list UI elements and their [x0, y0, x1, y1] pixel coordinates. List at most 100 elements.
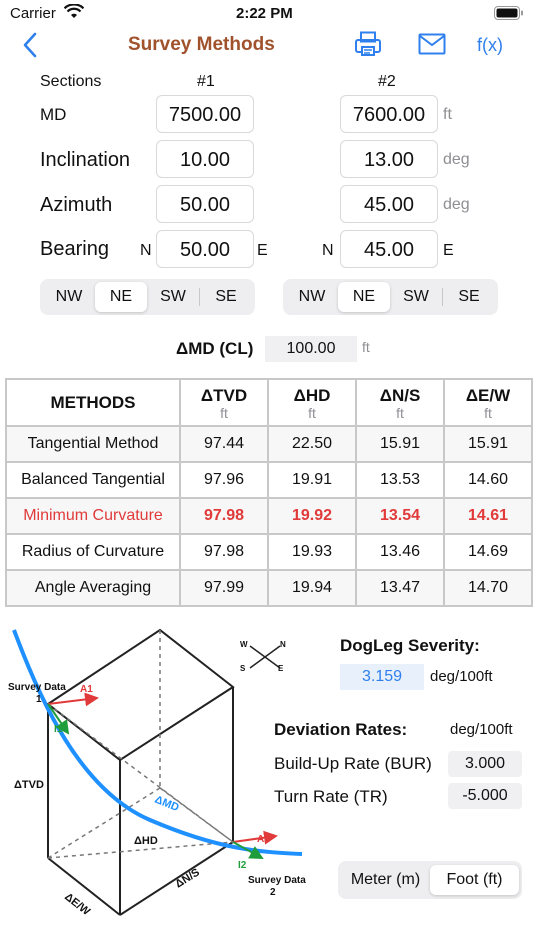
quadrant1-segment: NW NE SW SE — [40, 279, 255, 315]
inclination-label: Inclination — [40, 149, 131, 171]
print-button[interactable] — [354, 31, 382, 62]
page-title: Survey Methods — [128, 34, 275, 55]
tr-value: -5.000 — [448, 783, 522, 809]
inclination1-input[interactable]: 10.00 — [156, 140, 254, 178]
dmd-label: ΔMD (CL) — [176, 339, 254, 358]
methods-table: METHODS ΔTVD ft ΔHD ft ΔN/S ft ΔE/W ft Tange… — [5, 378, 533, 607]
inclination-unit: deg — [443, 151, 470, 168]
wifi-icon — [63, 3, 85, 23]
quadrant2-se[interactable]: SE — [443, 282, 495, 312]
foot-option[interactable]: Foot (ft) — [430, 865, 519, 895]
dew-value: 15.91 — [443, 425, 533, 463]
a1-label: A1 — [80, 684, 93, 695]
dns-diagram-label: ΔN/S — [173, 866, 202, 890]
dhd-value: 19.92 — [267, 497, 357, 535]
md1-input[interactable]: 7500.00 — [156, 95, 254, 133]
battery-icon — [494, 6, 524, 24]
wellpath-diagram: Survey Data 1 A1 I1 ΔTVD ΔMD ΔHD ΔE/W ΔN… — [8, 628, 306, 918]
compass-n: N — [280, 640, 286, 649]
dew-value: 14.70 — [443, 569, 533, 607]
method-name: Minimum Curvature — [5, 497, 181, 535]
quadrant1-nw[interactable]: NW — [43, 282, 95, 312]
dhd-diagram-label: ΔHD — [134, 835, 158, 847]
fx-button[interactable]: f(x) — [477, 35, 503, 56]
compass-icon — [249, 645, 281, 669]
method-name: Tangential Method — [5, 425, 181, 463]
survey1-number: 1 — [36, 694, 42, 705]
back-button[interactable] — [22, 32, 38, 63]
dogleg-label: DogLeg Severity: — [340, 636, 480, 655]
dns-value: 13.47 — [355, 569, 445, 607]
deviation-unit: deg/100ft — [450, 721, 513, 738]
dtvd-value: 97.44 — [179, 425, 269, 463]
compass-e: E — [278, 664, 284, 673]
quadrant1-sw[interactable]: SW — [147, 282, 199, 312]
dtvd-value: 97.98 — [179, 497, 269, 535]
header-dns: ΔN/S ft — [355, 378, 445, 427]
section2-header: #2 — [378, 73, 396, 90]
tr-label: Turn Rate (TR) — [274, 787, 388, 806]
dhd-value: 22.50 — [267, 425, 357, 463]
dew-value: 14.60 — [443, 461, 533, 499]
quadrant1-ne[interactable]: NE — [95, 282, 147, 312]
bearing2-suffix: E — [443, 242, 454, 259]
bearing-label: Bearing — [40, 238, 109, 260]
header-dtvd: ΔTVD ft — [179, 378, 269, 427]
inclination2-input[interactable]: 13.00 — [340, 140, 438, 178]
dhd-value: 19.91 — [267, 461, 357, 499]
compass-s: S — [240, 664, 246, 673]
survey2-number: 2 — [270, 887, 276, 898]
quadrant2-nw[interactable]: NW — [286, 282, 338, 312]
quadrant2-ne[interactable]: NE — [338, 282, 390, 312]
azimuth-unit: deg — [443, 196, 470, 213]
section1-header: #1 — [197, 73, 215, 90]
dtvd-value: 97.98 — [179, 533, 269, 571]
md2-input[interactable]: 7600.00 — [340, 95, 438, 133]
azimuth-label: Azimuth — [40, 194, 113, 216]
bur-label: Build-Up Rate (BUR) — [274, 754, 432, 773]
dmd-diagram-label: ΔMD — [153, 794, 181, 815]
header-dew: ΔE/W ft — [443, 378, 533, 427]
meter-option[interactable]: Meter (m) — [341, 865, 430, 895]
method-name: Radius of Curvature — [5, 533, 181, 571]
bearing2-prefix: N — [322, 242, 334, 259]
table-row: Tangential Method 97.44 22.50 15.91 15.9… — [5, 425, 533, 463]
time-label: 2:22 PM — [236, 5, 293, 22]
header-dhd: ΔHD ft — [267, 378, 357, 427]
quadrant2-segment: NW NE SW SE — [283, 279, 498, 315]
well-path-curve — [12, 629, 303, 856]
nav-bar: Survey Methods f(x) — [0, 28, 534, 64]
compass-w: W — [240, 640, 248, 649]
deviation-label: Deviation Rates: — [274, 720, 408, 739]
md-unit: ft — [443, 106, 452, 123]
envelope-icon — [418, 33, 446, 55]
dhd-value: 19.94 — [267, 569, 357, 607]
survey1-label: Survey Data — [8, 682, 66, 693]
quadrant2-sw[interactable]: SW — [390, 282, 442, 312]
table-row: Radius of Curvature 97.98 19.93 13.46 14… — [5, 533, 533, 571]
dns-value: 15.91 — [355, 425, 445, 463]
bearing2-input[interactable]: 45.00 — [340, 230, 438, 268]
carrier-label: Carrier — [10, 5, 56, 22]
bur-value: 3.000 — [448, 751, 522, 777]
quadrant1-se[interactable]: SE — [200, 282, 252, 312]
mail-button[interactable] — [418, 33, 446, 60]
azimuth1-input[interactable]: 50.00 — [156, 185, 254, 223]
dhd-value: 19.93 — [267, 533, 357, 571]
a2-label: A2 — [257, 834, 270, 845]
table-row-highlighted: Minimum Curvature 97.98 19.92 13.54 14.6… — [5, 497, 533, 535]
status-bar: Carrier 2:22 PM — [0, 0, 534, 28]
dns-value: 13.53 — [355, 461, 445, 499]
dogleg-unit: deg/100ft — [430, 668, 493, 685]
azimuth2-input[interactable]: 45.00 — [340, 185, 438, 223]
dtvd-diagram-label: ΔTVD — [14, 779, 44, 791]
bearing1-input[interactable]: 50.00 — [156, 230, 254, 268]
dogleg-value: 3.159 — [340, 664, 424, 690]
printer-icon — [355, 31, 381, 56]
table-row: Angle Averaging 97.99 19.94 13.47 14.70 — [5, 569, 533, 607]
table-header-row: METHODS ΔTVD ft ΔHD ft ΔN/S ft ΔE/W ft — [5, 378, 533, 427]
dmd-value: 100.00 — [265, 336, 357, 362]
method-name: Balanced Tangential — [5, 461, 181, 499]
dmd-unit: ft — [362, 339, 370, 355]
sections-label: Sections — [40, 73, 102, 90]
